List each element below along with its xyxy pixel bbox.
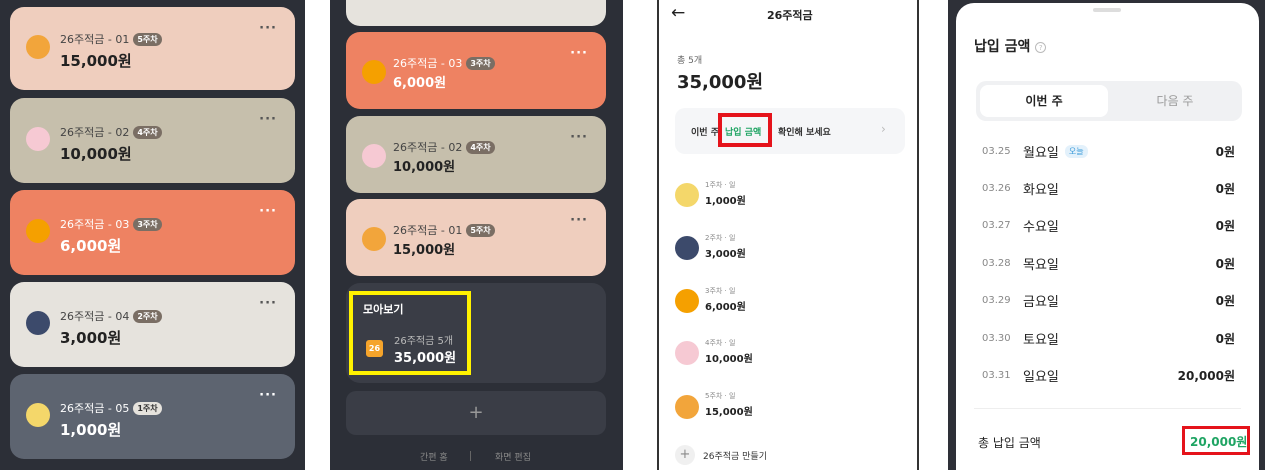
add-button[interactable]: + (346, 391, 606, 435)
day-row: 03.27 수요일 0원 (982, 218, 1235, 235)
back-arrow-icon[interactable]: ← (671, 3, 685, 23)
divider (974, 408, 1241, 409)
card-name: 26주적금 - 03 3주차 (393, 55, 495, 71)
card-amount: 15,000원 (393, 243, 456, 258)
payment-sheet-panel: 납입 금액 ? 이번 주 다음 주 03.25 월요일 오늘 0원 03.26 화요… (948, 0, 1265, 470)
item-amount: 1,000원 (705, 196, 746, 207)
week-tabs: 이번 주 다음 주 (976, 81, 1242, 121)
drag-handle[interactable] (1093, 8, 1121, 12)
info-icon[interactable]: ? (1035, 41, 1047, 53)
apeach-icon (362, 144, 386, 168)
item-amount: 10,000원 (705, 354, 753, 365)
day-row: 03.26 화요일 0원 (982, 181, 1235, 198)
item-amount: 3,000원 (705, 249, 746, 260)
savings-card[interactable]: 26주적금 - 01 5주차 15,000원 ··· (346, 199, 606, 276)
card-name: 26주적금 - 02 4주차 (60, 124, 162, 140)
jayg-icon (26, 311, 50, 335)
jayg-icon (675, 236, 699, 260)
create-savings-link[interactable]: 26주적금 만들기 (703, 449, 767, 462)
card-name: 26주적금 - 01 5주차 (60, 31, 162, 47)
card-amount: 6,000원 (60, 237, 122, 255)
create-plus-icon[interactable]: + (675, 445, 695, 465)
notice-banner[interactable]: 이번 주 납입 금액 확인해 보세요 › (675, 108, 905, 154)
calendar-icon: 26 (366, 340, 383, 357)
day-row: 03.31 일요일 20,000원 (982, 368, 1235, 385)
card-amount: 1,000원 (60, 421, 122, 439)
more-icon[interactable]: ··· (259, 21, 277, 36)
more-icon[interactable]: ··· (570, 130, 588, 145)
notice-suffix: 확인해 보세요 (778, 128, 831, 138)
summary-sub: 26주적금 5개 (394, 336, 454, 347)
notice-prefix: 이번 주 (691, 128, 719, 138)
page-title: 26주적금 (767, 9, 813, 22)
card-name: 26주적금 - 02 4주차 (393, 139, 495, 155)
savings-card[interactable]: 26주적금 - 01 5주차 15,000원 ··· (10, 7, 295, 90)
total-amount: 20,000원 (1190, 435, 1248, 449)
day-row: 03.25 월요일 오늘 0원 (982, 144, 1235, 161)
notice-red-highlight (718, 113, 772, 147)
item-week: 4주차 · 일 (705, 339, 736, 347)
savings-edit-panel: 26주적금 - 03 3주차 6,000원 ··· 26주적금 - 02 4주차 1… (330, 0, 623, 470)
day-row: 03.30 토요일 0원 (982, 331, 1235, 348)
item-amount: 15,000원 (705, 407, 753, 418)
total-count: 총 5개 (677, 56, 703, 66)
card-amount: 15,000원 (60, 52, 132, 70)
item-week: 2주차 · 일 (705, 234, 736, 242)
item-week: 1주차 · 일 (705, 181, 736, 189)
more-icon[interactable]: ··· (259, 204, 277, 219)
savings-detail-panel: ← 26주적금 총 5개 35,000원 이번 주 납입 금액 확인해 보세요 … (657, 0, 919, 470)
neo-icon (675, 289, 699, 313)
savings-card[interactable]: 26주적금 - 03 3주차 6,000원 ··· (346, 32, 606, 109)
summary-card[interactable]: 모아보기 26 26주적금 5개 35,000원 (346, 283, 606, 383)
card-name: 26주적금 - 01 5주차 (393, 222, 495, 238)
footer-home-link[interactable]: 간편 홈 (420, 450, 448, 463)
savings-card[interactable]: 26주적금 - 05 1주차 1,000원 ··· (10, 374, 295, 459)
footer-edit-link[interactable]: 화면 편집 (495, 450, 531, 463)
tab-this-week[interactable]: 이번 주 (980, 85, 1108, 117)
bottom-sheet: 납입 금액 ? 이번 주 다음 주 03.25 월요일 오늘 0원 03.26 화요… (956, 3, 1259, 470)
apeach-icon (26, 127, 50, 151)
item-amount: 6,000원 (705, 302, 746, 313)
day-row: 03.28 목요일 0원 (982, 256, 1235, 273)
total-amount: 35,000원 (677, 72, 764, 93)
apeach-icon (675, 341, 699, 365)
tab-next-week[interactable]: 다음 주 (1112, 85, 1238, 117)
savings-card-partial[interactable] (346, 0, 606, 26)
ryan-icon (362, 227, 386, 251)
chevron-right-icon: › (881, 122, 886, 136)
muzi-icon (26, 403, 50, 427)
more-icon[interactable]: ··· (570, 46, 588, 61)
total-label: 총 납입 금액 (978, 436, 1041, 450)
savings-list-panel: 26주적금 - 01 5주차 15,000원 ··· 26주적금 - 02 4주차 … (0, 0, 305, 470)
card-name: 26주적금 - 04 2주차 (60, 308, 162, 324)
savings-card[interactable]: 26주적금 - 03 3주차 6,000원 ··· (10, 190, 295, 275)
more-icon[interactable]: ··· (570, 213, 588, 228)
item-week: 5주차 · 일 (705, 392, 736, 400)
ryan-icon (26, 35, 50, 59)
savings-card[interactable]: 26주적금 - 02 4주차 10,000원 ··· (346, 116, 606, 193)
summary-amount: 35,000원 (394, 351, 457, 366)
savings-card[interactable]: 26주적금 - 04 2주차 3,000원 ··· (10, 282, 295, 367)
card-amount: 6,000원 (393, 76, 447, 91)
day-row: 03.29 금요일 0원 (982, 293, 1235, 310)
item-week: 3주차 · 일 (705, 287, 736, 295)
savings-card[interactable]: 26주적금 - 02 4주차 10,000원 ··· (10, 98, 295, 183)
neo-icon (26, 219, 50, 243)
muzi-icon (675, 183, 699, 207)
summary-title: 모아보기 (363, 303, 404, 316)
card-name: 26주적금 - 03 3주차 (60, 216, 162, 232)
more-icon[interactable]: ··· (259, 388, 277, 403)
card-name: 26주적금 - 05 1주차 (60, 400, 162, 416)
sheet-title: 납입 금액 ? (974, 36, 1047, 56)
card-amount: 10,000원 (60, 145, 132, 163)
today-badge: 오늘 (1064, 144, 1088, 158)
ryan-icon (675, 395, 699, 419)
card-amount: 3,000원 (60, 329, 122, 347)
neo-icon (362, 60, 386, 84)
footer-divider (470, 451, 471, 461)
more-icon[interactable]: ··· (259, 112, 277, 127)
more-icon[interactable]: ··· (259, 296, 277, 311)
card-amount: 10,000원 (393, 160, 456, 175)
